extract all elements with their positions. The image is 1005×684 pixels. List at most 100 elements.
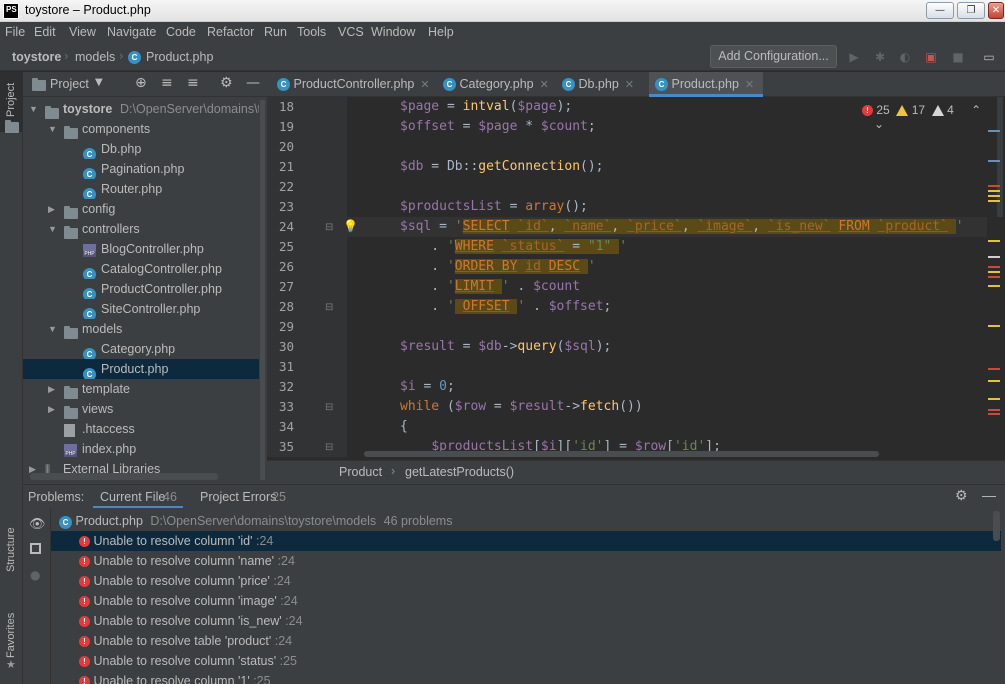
tree-item[interactable]: ▶ config	[23, 199, 259, 219]
tab-db[interactable]: C Db.php ✕	[558, 72, 648, 97]
tree-item[interactable]: ▼ models	[23, 319, 259, 339]
menu-code[interactable]: Code	[166, 25, 196, 39]
run-icon[interactable]: ▶	[847, 50, 861, 64]
fold-icon[interactable]: ⊟	[325, 402, 333, 413]
chevron-down-icon[interactable]: ⌄	[874, 117, 884, 131]
debug-icon[interactable]: ✱	[873, 50, 887, 64]
search-everywhere-icon[interactable]: ▭	[982, 50, 996, 64]
tree-item[interactable]: .htaccess	[23, 419, 259, 439]
tree-item[interactable]: C CatalogController.php	[23, 259, 259, 279]
favorites-tool-label[interactable]: Favorites	[5, 613, 17, 658]
close-window-button[interactable]: ✕	[988, 2, 1004, 19]
inspection-summary[interactable]: ! 25 17 4 ⌃ ⌄	[862, 103, 1005, 131]
add-configuration-button[interactable]: Add Configuration...	[710, 45, 837, 68]
tab-productcontroller[interactable]: C ProductController.php ✕	[273, 72, 439, 97]
menu-file[interactable]: File	[5, 25, 25, 39]
profile-icon[interactable]: ▣	[924, 50, 938, 64]
chevron-down-icon[interactable]: ▼	[29, 99, 38, 119]
tree-item[interactable]: C ProductController.php	[23, 279, 259, 299]
structure-tool-label[interactable]: Structure	[5, 527, 17, 572]
menu-vcs[interactable]: VCS	[338, 25, 364, 39]
problems-scrollbar[interactable]	[993, 511, 1000, 541]
problem-item[interactable]: ! Unable to resolve column 'id' :24	[51, 531, 1001, 551]
tree-item[interactable]: C SiteController.php	[23, 299, 259, 319]
chevron-down-icon[interactable]: ▼	[48, 119, 57, 139]
nav-crumb-file[interactable]: Product.php	[146, 50, 213, 64]
gear-icon[interactable]: ⚙	[955, 487, 968, 504]
editor-horizontal-scrollbar[interactable]	[364, 451, 879, 457]
fold-icon[interactable]: ⊟	[325, 222, 333, 233]
project-view-selector[interactable]: Project	[50, 77, 89, 91]
problem-item[interactable]: ! Unable to resolve column 'name' :24	[51, 551, 1001, 571]
project-tool-label[interactable]: Project	[5, 83, 17, 117]
tree-item[interactable]: ▼ controllers	[23, 219, 259, 239]
tree-item[interactable]: C Db.php	[23, 139, 259, 159]
maximize-button[interactable]: ❐	[957, 2, 985, 19]
tree-item[interactable]: BlogController.php	[23, 239, 259, 259]
tree-item-label: .htaccess	[82, 422, 135, 436]
collapse-all-icon[interactable]: ≡	[187, 75, 199, 91]
tree-item[interactable]: ▼ components	[23, 119, 259, 139]
tab-product[interactable]: C Product.php ✕	[649, 72, 763, 97]
nav-crumb-folder[interactable]: models	[75, 50, 115, 64]
tree-item[interactable]: index.php	[23, 439, 259, 459]
stop-icon[interactable]: ■	[951, 50, 965, 64]
breadcrumb-class[interactable]: Product	[339, 465, 382, 479]
menu-window[interactable]: Window	[371, 25, 415, 39]
problems-file-row[interactable]: C Product.php D:\OpenServer\domains\toys…	[51, 511, 1001, 531]
minimize-button[interactable]: —	[926, 2, 954, 19]
eye-icon[interactable]: 👁	[29, 517, 46, 532]
close-tab-icon[interactable]: ✕	[420, 79, 429, 91]
gear-icon[interactable]: ⚙	[220, 75, 233, 91]
chevron-down-icon[interactable]: ▼	[95, 77, 103, 88]
hide-panel-icon[interactable]: —	[246, 75, 260, 91]
breadcrumb-method[interactable]: getLatestProducts()	[405, 465, 514, 479]
editor-scroll-thumb[interactable]	[997, 97, 1003, 217]
chevron-down-icon[interactable]: ▼	[48, 219, 57, 239]
tree-item[interactable]: ▶ template	[23, 379, 259, 399]
locate-file-icon[interactable]: ⊕	[135, 75, 147, 91]
fold-icon[interactable]: ⊟	[325, 442, 333, 453]
tree-item[interactable]: ▶ views	[23, 399, 259, 419]
menu-help[interactable]: Help	[428, 25, 454, 39]
chevron-right-icon[interactable]: ▶	[48, 379, 55, 399]
fold-icon[interactable]: ⊟	[325, 302, 333, 313]
nav-crumb-project[interactable]: toystore	[12, 50, 61, 64]
tab-current-file[interactable]: Current File 46	[93, 485, 183, 509]
tree-item[interactable]: ▼ toystore D:\OpenServer\domains\toystore	[23, 99, 259, 119]
problem-item[interactable]: ! Unable to resolve table 'product' :24	[51, 631, 1001, 651]
problem-item[interactable]: ! Unable to resolve column 'price' :24	[51, 571, 1001, 591]
problem-item[interactable]: ! Unable to resolve column 'status' :25	[51, 651, 1001, 671]
tree-item[interactable]: C Product.php	[23, 359, 259, 379]
menu-navigate[interactable]: Navigate	[107, 25, 156, 39]
tab-project-errors[interactable]: Project Errors 25	[193, 485, 313, 509]
menu-run[interactable]: Run	[264, 25, 287, 39]
close-tab-icon[interactable]: ✕	[540, 79, 549, 91]
lightbulb-icon[interactable]: ●	[30, 568, 40, 582]
menu-tools[interactable]: Tools	[297, 25, 326, 39]
expand-all-icon[interactable]: ≡	[161, 75, 173, 91]
hide-panel-icon[interactable]: —	[982, 487, 996, 503]
tree-horizontal-scrollbar[interactable]	[30, 473, 218, 480]
tree-item[interactable]: C Category.php	[23, 339, 259, 359]
line-number: 34	[278, 419, 294, 434]
lightbulb-icon[interactable]: 💡	[343, 219, 358, 233]
problem-item[interactable]: ! Unable to resolve column 'is_new' :24	[51, 611, 1001, 631]
chevron-down-icon[interactable]: ▼	[48, 319, 57, 339]
problem-item[interactable]: ! Unable to resolve column 'image' :24	[51, 591, 1001, 611]
tree-item[interactable]: C Pagination.php	[23, 159, 259, 179]
preview-icon[interactable]	[30, 543, 41, 554]
close-tab-icon[interactable]: ✕	[745, 79, 754, 91]
tree-scrollbar[interactable]	[260, 100, 265, 480]
tab-category[interactable]: C Category.php ✕	[439, 72, 558, 97]
chevron-right-icon[interactable]: ▶	[48, 399, 55, 419]
problem-item[interactable]: ! Unable to resolve column '1' :25	[51, 671, 1001, 684]
menu-edit[interactable]: Edit	[34, 25, 56, 39]
chevron-right-icon[interactable]: ▶	[48, 199, 55, 219]
tree-item[interactable]: C Router.php	[23, 179, 259, 199]
menu-refactor[interactable]: Refactor	[207, 25, 254, 39]
chevron-up-icon[interactable]: ⌃	[971, 103, 981, 117]
coverage-icon[interactable]: ◐	[898, 50, 912, 64]
menu-view[interactable]: View	[69, 25, 96, 39]
close-tab-icon[interactable]: ✕	[625, 79, 634, 91]
